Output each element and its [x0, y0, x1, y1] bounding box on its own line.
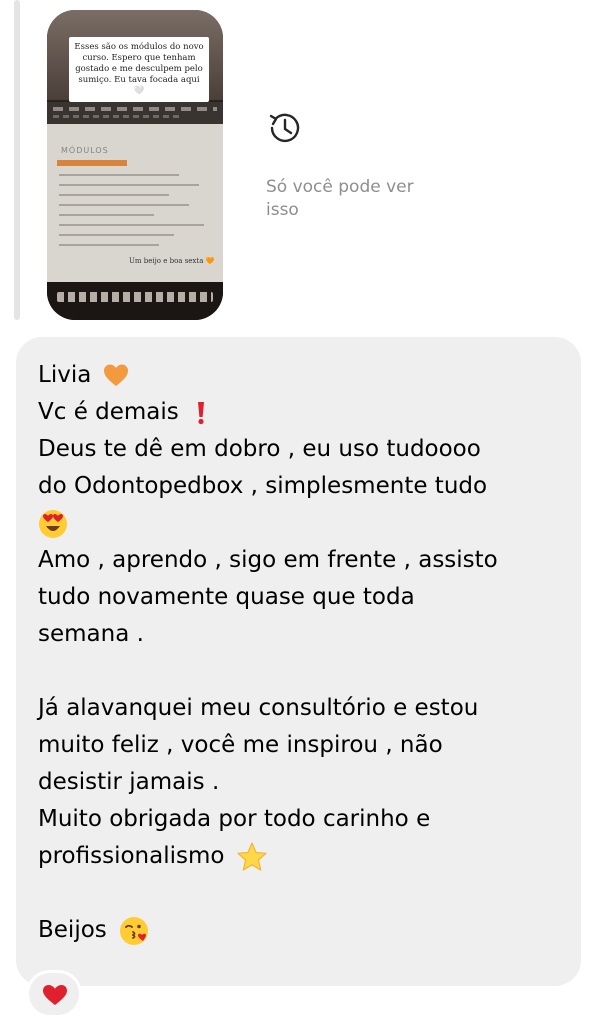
doc-line	[59, 244, 159, 246]
orange-heart-icon	[103, 364, 128, 386]
doc-line	[59, 234, 174, 236]
doc-highlight	[57, 160, 127, 166]
exclamation-mark-icon	[198, 401, 205, 424]
reaction-badge[interactable]	[26, 970, 82, 1018]
doc-line	[59, 214, 154, 216]
message-line: Amo , aprendo , sigo em frente , assisto	[38, 547, 498, 573]
story-signoff: Um beijo e boa sexta 🧡	[129, 257, 215, 265]
laptop-dock	[47, 282, 223, 320]
doc-line	[59, 194, 169, 196]
doc-line	[59, 184, 199, 186]
message-line: muito feliz , você me inspirou , não	[38, 732, 443, 758]
doc-line	[59, 174, 179, 176]
star-icon	[237, 841, 267, 871]
message-line: desistir jamais .	[38, 769, 220, 795]
red-heart-icon	[43, 985, 67, 1005]
message-line: Muito obrigada por todo carinho e	[38, 806, 431, 832]
doc-title: MÓDULOS	[61, 146, 109, 155]
message-line: Vc é demais	[38, 394, 559, 431]
screen-toolbar	[47, 102, 223, 124]
visibility-note: Só você pode ver isso	[266, 177, 414, 220]
story-reply-thumbnail[interactable]: Esses são os módulos do novo curso. Espe…	[47, 10, 223, 320]
message-line: tudo novamente quase que toda	[38, 584, 415, 610]
story-laptop-screen: MÓDULOS Um beijo e boa sexta 🧡	[47, 102, 223, 282]
message-line	[38, 505, 559, 542]
message-line: semana .	[38, 621, 144, 647]
message-line: Beijos	[38, 912, 559, 949]
doc-line	[59, 224, 204, 226]
message-line: Já alavanquei meu consultório e estou	[38, 695, 479, 721]
message-line: Livia	[38, 357, 559, 394]
reply-indicator-bar	[14, 0, 20, 320]
message-line: profissionalismo	[38, 838, 559, 875]
kissing-face-icon	[120, 916, 149, 945]
heart-eyes-face-icon	[39, 509, 67, 538]
message-bubble[interactable]: Livia Vc é demais Deus te dê em dobro , …	[16, 337, 581, 986]
message-line: Deus te dê em dobro , eu uso tudoooo	[38, 436, 481, 462]
history-icon	[269, 113, 300, 143]
message-line: do Odontopedbox , simplesmente tudo	[38, 473, 488, 499]
doc-line	[59, 204, 189, 206]
story-caption: Esses são os módulos do novo curso. Espe…	[69, 37, 209, 102]
